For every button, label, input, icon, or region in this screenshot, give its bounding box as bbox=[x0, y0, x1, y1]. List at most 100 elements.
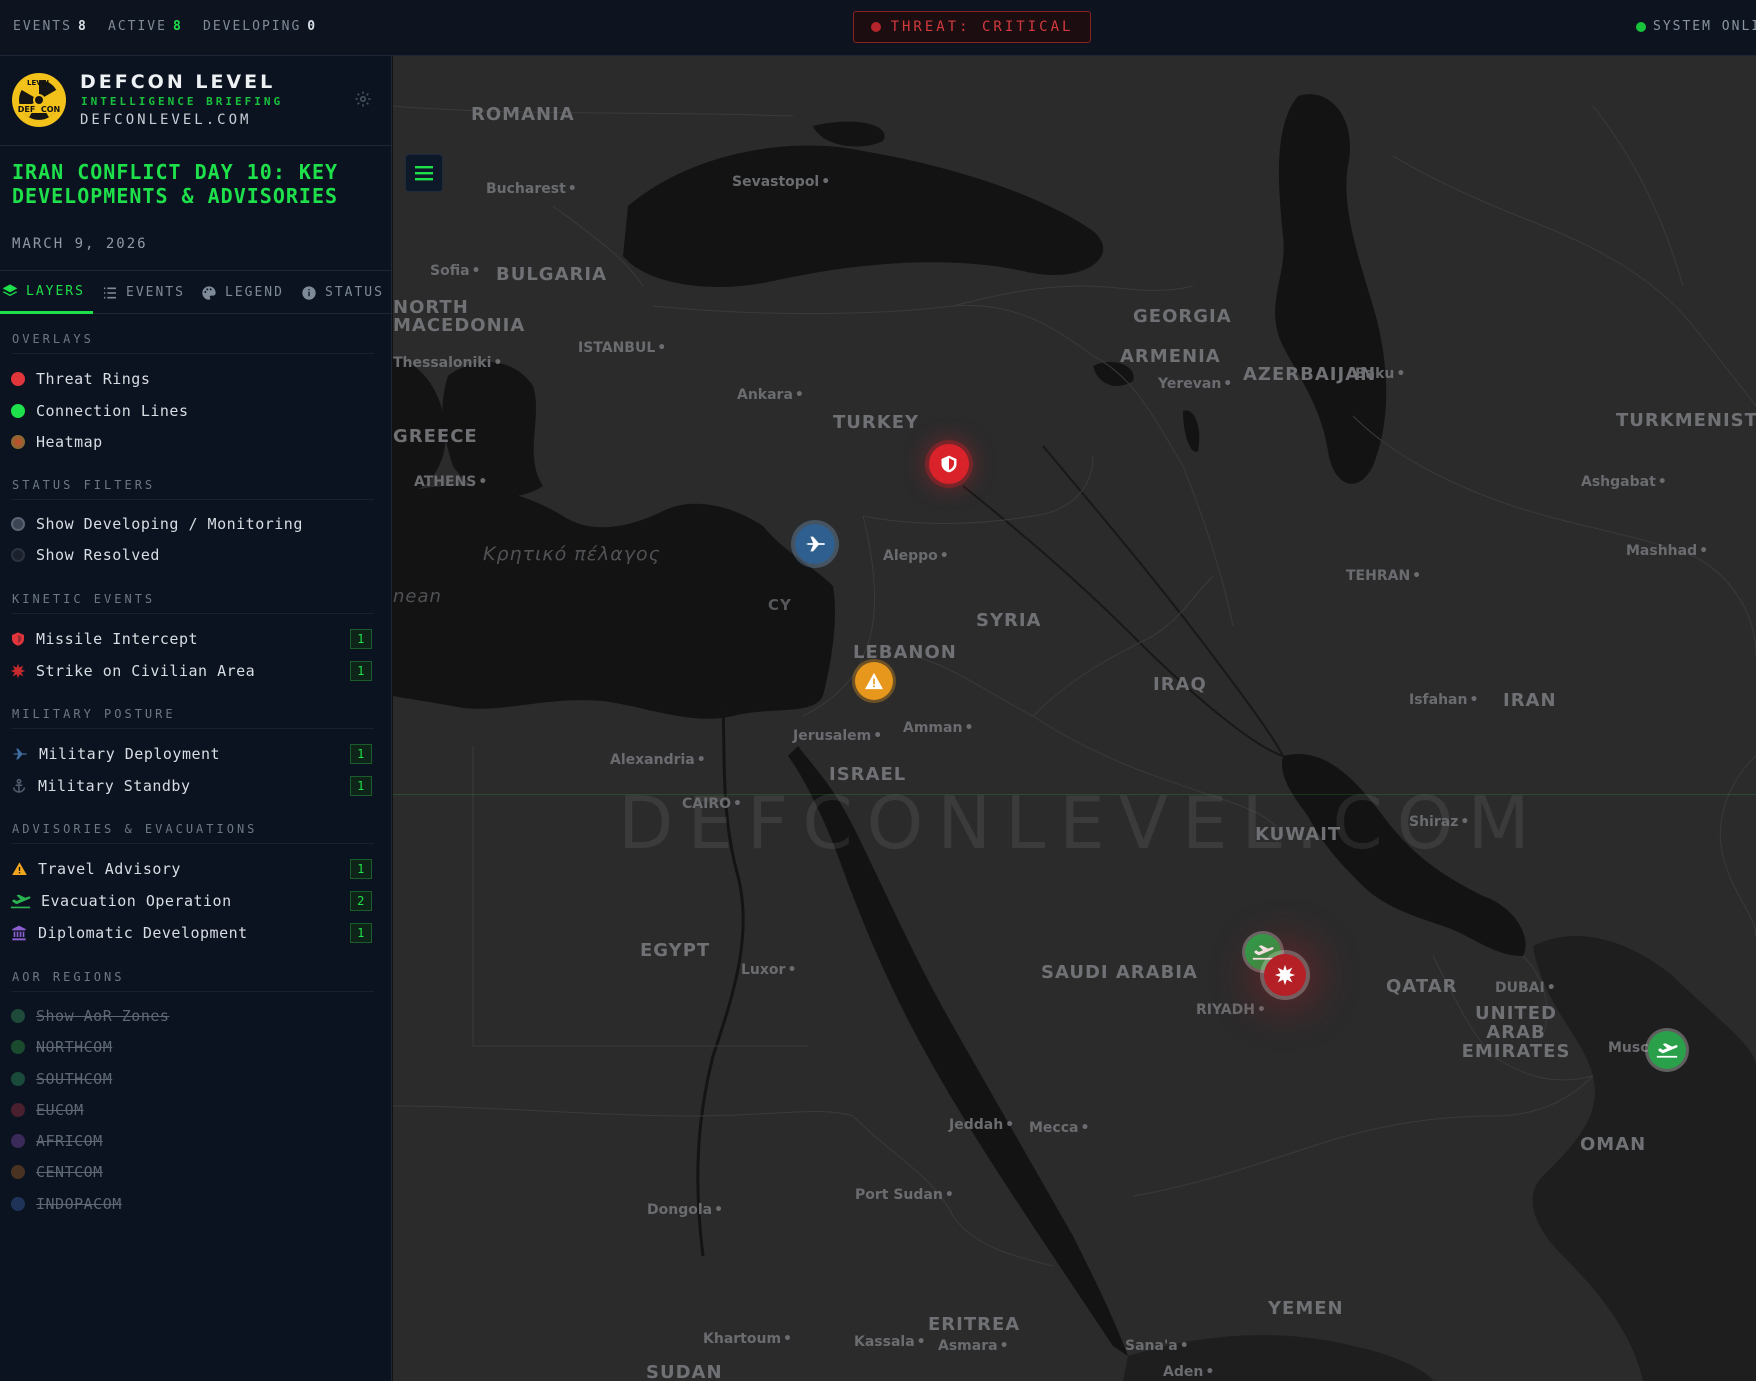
city-label: Mashhad bbox=[1626, 543, 1708, 559]
city-label: TEHRAN bbox=[1346, 568, 1421, 584]
strike-civilian-marker[interactable] bbox=[1264, 954, 1306, 996]
sidebar-tabs: LAYERS EVENTS LEGEND STATUS bbox=[0, 270, 391, 314]
city-label: Sevastopol bbox=[732, 174, 830, 190]
layer-travel-advisory[interactable]: Travel Advisory 1 bbox=[10, 856, 372, 882]
city-label: Dongola bbox=[647, 1202, 723, 1218]
tab-legend[interactable]: LEGEND bbox=[201, 271, 284, 314]
divider bbox=[12, 499, 374, 500]
overlay-heatmap[interactable]: Heatmap bbox=[10, 429, 372, 455]
aor-dot-icon bbox=[11, 1040, 25, 1054]
layer-label: Travel Advisory bbox=[38, 860, 181, 878]
gear-icon[interactable] bbox=[354, 90, 372, 108]
top-status-bar: EVENTS 8 ACTIVE 8 DEVELOPING 0 THREAT: CRIT… bbox=[0, 0, 1756, 56]
connection-lines-dot-icon bbox=[11, 404, 25, 418]
shield-icon bbox=[10, 631, 26, 647]
city-label: Kassala bbox=[854, 1334, 926, 1350]
bank-icon bbox=[10, 925, 28, 941]
travel-advisory-marker[interactable] bbox=[855, 662, 893, 700]
brand-url: DEFCONLEVEL.COM bbox=[80, 112, 252, 128]
layer-military-deployment[interactable]: Military Deployment 1 bbox=[10, 741, 372, 767]
city-label: Aden bbox=[1163, 1364, 1214, 1380]
events-label: EVENTS bbox=[13, 19, 72, 34]
city-label: Ankara bbox=[737, 387, 804, 403]
city-label: Amman bbox=[903, 720, 973, 736]
country-label: UNITED ARAB EMIRATES bbox=[1461, 1003, 1571, 1062]
burst-icon bbox=[1274, 964, 1296, 986]
tab-legend-label: LEGEND bbox=[225, 285, 284, 300]
sea-label: nean bbox=[393, 586, 442, 607]
country-label: IRAQ bbox=[1153, 674, 1207, 695]
missile-intercept-marker[interactable] bbox=[929, 444, 969, 484]
aor-northcom[interactable]: NORTHCOM bbox=[10, 1034, 372, 1060]
aor-dot-icon bbox=[11, 1009, 25, 1023]
overlay-label: Heatmap bbox=[36, 433, 103, 451]
threat-level-badge: THREAT: CRITICAL bbox=[853, 11, 1091, 43]
layer-missile-intercept[interactable]: Missile Intercept 1 bbox=[10, 626, 372, 652]
sea-label: CY bbox=[768, 596, 792, 614]
tab-layers[interactable]: LAYERS bbox=[0, 271, 93, 314]
layer-count-badge: 1 bbox=[350, 661, 372, 681]
country-label: OMAN bbox=[1580, 1134, 1647, 1155]
palette-icon bbox=[202, 285, 216, 300]
aor-label: SOUTHCOM bbox=[36, 1070, 113, 1088]
filter-developing[interactable]: Show Developing / Monitoring bbox=[10, 511, 372, 537]
threat-text: THREAT: CRITICAL bbox=[890, 19, 1074, 35]
tab-events[interactable]: EVENTS bbox=[102, 271, 185, 314]
aor-centcom[interactable]: CENTCOM bbox=[10, 1159, 372, 1185]
layer-diplomatic[interactable]: Diplomatic Development 1 bbox=[10, 920, 372, 946]
plane-departure-icon bbox=[1656, 1043, 1678, 1058]
layer-count-badge: 1 bbox=[350, 629, 372, 649]
tab-status[interactable]: STATUS bbox=[301, 271, 384, 314]
threat-rings-dot-icon bbox=[11, 372, 25, 386]
tab-status-label: STATUS bbox=[325, 285, 384, 300]
developing-label: DEVELOPING bbox=[203, 19, 302, 34]
map-view[interactable]: DEFCONLEVEL.COM ROMANIA BULGARIA NORTH M… bbox=[393, 56, 1756, 1381]
online-dot-icon bbox=[1636, 21, 1646, 32]
city-label: Jerusalem bbox=[793, 728, 882, 744]
layer-military-standby[interactable]: Military Standby 1 bbox=[10, 773, 372, 799]
country-label: GEORGIA bbox=[1133, 306, 1232, 327]
system-status: SYSTEM ONLINE bbox=[1636, 19, 1756, 34]
military-deployment-marker[interactable] bbox=[795, 524, 835, 564]
country-label: ISRAEL bbox=[829, 764, 907, 785]
warning-icon bbox=[10, 861, 28, 877]
aor-africom[interactable]: AFRICOM bbox=[10, 1128, 372, 1154]
layer-evacuation[interactable]: Evacuation Operation 2 bbox=[10, 888, 372, 914]
overlays-heading: OVERLAYS bbox=[12, 332, 94, 346]
aor-label: Show AoR Zones bbox=[36, 1007, 170, 1025]
aor-indopacom[interactable]: INDOPACOM bbox=[10, 1191, 372, 1217]
logo-top-text: LEVEL bbox=[27, 79, 51, 87]
divider bbox=[12, 991, 374, 992]
aor-show-zones[interactable]: Show AoR Zones bbox=[10, 1003, 372, 1029]
city-label: Port Sudan bbox=[855, 1187, 954, 1203]
developing-value: 0 bbox=[307, 19, 318, 34]
aor-eucom[interactable]: EUCOM bbox=[10, 1097, 372, 1123]
burst-icon bbox=[10, 663, 26, 679]
layer-label: Strike on Civilian Area bbox=[36, 662, 256, 680]
country-label: ERITREA bbox=[928, 1314, 1021, 1335]
overlay-connection-lines[interactable]: Connection Lines bbox=[10, 398, 372, 424]
city-label: ISTANBUL bbox=[578, 340, 666, 356]
aor-dot-icon bbox=[11, 1072, 25, 1086]
tab-layers-label: LAYERS bbox=[26, 283, 85, 299]
filter-resolved[interactable]: Show Resolved bbox=[10, 542, 372, 568]
aor-dot-icon bbox=[11, 1103, 25, 1117]
tab-events-label: EVENTS bbox=[126, 285, 185, 300]
menu-toggle-button[interactable] bbox=[405, 154, 443, 192]
city-label: Asmara bbox=[938, 1338, 1009, 1354]
hamburger-icon bbox=[415, 166, 433, 181]
evacuation-marker-muscat[interactable] bbox=[1648, 1031, 1686, 1069]
overlay-threat-rings[interactable]: Threat Rings bbox=[10, 366, 372, 392]
layer-count-badge: 1 bbox=[350, 776, 372, 796]
list-icon bbox=[104, 287, 116, 298]
briefing-date: MARCH 9, 2026 bbox=[12, 236, 148, 252]
status-filters-heading: STATUS FILTERS bbox=[12, 478, 156, 492]
divider bbox=[12, 613, 374, 614]
aor-label: INDOPACOM bbox=[36, 1195, 122, 1213]
city-label: Jeddah bbox=[949, 1117, 1014, 1133]
country-label: QATAR bbox=[1386, 976, 1458, 997]
layer-strike-civilian[interactable]: Strike on Civilian Area 1 bbox=[10, 658, 372, 684]
events-stat: EVENTS 8 bbox=[13, 19, 88, 34]
aor-southcom[interactable]: SOUTHCOM bbox=[10, 1066, 372, 1092]
threat-dot-icon bbox=[870, 22, 881, 32]
